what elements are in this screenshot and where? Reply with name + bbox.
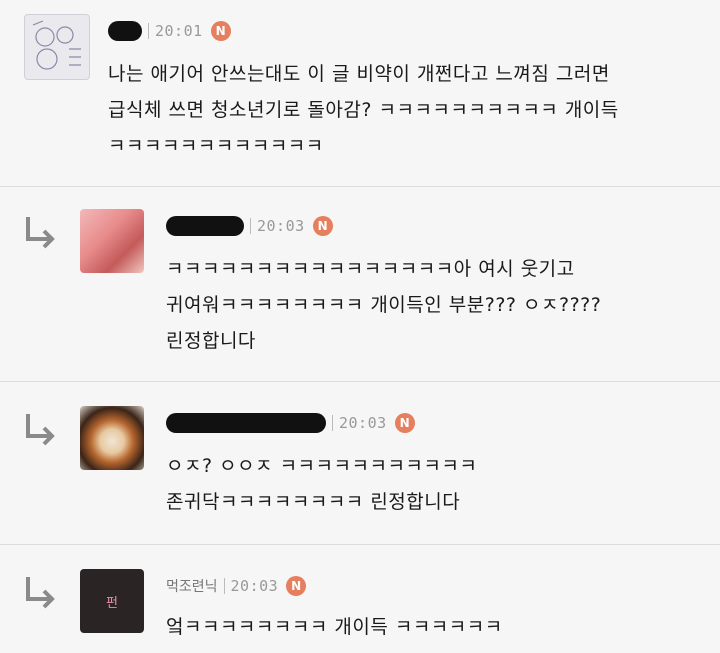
comment-line: 급식체 쓰면 청소년기로 돌아감? ㅋㅋㅋㅋㅋㅋㅋㅋㅋㅋ 개이득: [108, 99, 619, 121]
reply-arrow-icon: [26, 577, 55, 609]
comment-meta: 20:01 N: [108, 18, 231, 44]
comment-text: ㅋㅋㅋㅋㅋㅋㅋㅋㅋㅋㅋㅋㅋㅋㅋㅋ아 여시 웃기고 귀여워ㅋㅋㅋㅋㅋㅋㅋㅋ 개이득…: [166, 251, 601, 359]
new-badge-icon: N: [312, 216, 333, 236]
comment-text: ㅇㅈ? ㅇㅇㅈ ㅋㅋㅋㅋㅋㅋㅋㅋㅋㅋㅋ 존귀닥ㅋㅋㅋㅋㅋㅋㅋㅋ 린정합니다: [166, 448, 477, 520]
avatar[interactable]: [24, 14, 90, 80]
comment-line: 린정합니다: [166, 330, 256, 352]
avatar[interactable]: [80, 209, 144, 273]
comment-line: ㅋㅋㅋㅋㅋㅋㅋㅋㅋㅋㅋㅋㅋㅋㅋㅋ아 여시 웃기고: [166, 258, 575, 280]
timestamp: 20:01: [155, 22, 203, 40]
author-name-redacted: [166, 413, 326, 433]
comment-line: 존귀닥ㅋㅋㅋㅋㅋㅋㅋㅋ 린정합니다: [166, 491, 461, 513]
comment-meta: 20:03 N: [166, 410, 415, 436]
author-name-redacted: [108, 21, 142, 41]
comment-line: 엌ㅋㅋㅋㅋㅋㅋㅋㅋ 개이득 ㅋㅋㅋㅋㅋㅋ: [166, 616, 503, 638]
comment-line: ㅇㅈ? ㅇㅇㅈ ㅋㅋㅋㅋㅋㅋㅋㅋㅋㅋㅋ: [166, 455, 478, 477]
avatar[interactable]: 펀: [80, 569, 144, 633]
reply-comment: 20:03 N ㅇㅈ? ㅇㅇㅈ ㅋㅋㅋㅋㅋㅋㅋㅋㅋㅋㅋ 존귀닥ㅋㅋㅋㅋㅋㅋㅋㅋ …: [0, 382, 720, 545]
comment-line: ㅋㅋㅋㅋㅋㅋㅋㅋㅋㅋㅋㅋ: [108, 135, 324, 157]
reply-comment: 펀 먹조련닉 20:03 N 엌ㅋㅋㅋㅋㅋㅋㅋㅋ 개이득 ㅋㅋㅋㅋㅋㅋ: [0, 545, 720, 653]
comment-meta: 먹조련닉 20:03 N: [166, 573, 307, 599]
timestamp: 20:03: [257, 217, 305, 235]
comment-text: 나는 애기어 안쓰는대도 이 글 비약이 개쩐다고 느껴짐 그러면 급식체 쓰면…: [108, 56, 619, 164]
new-badge-icon: N: [286, 576, 307, 596]
new-badge-icon: N: [394, 413, 415, 433]
author-name-redacted: [166, 216, 244, 236]
reply-arrow-icon: [26, 217, 55, 249]
new-badge-icon: N: [210, 21, 231, 41]
avatar-doodle-image: [32, 20, 81, 70]
avatar[interactable]: [80, 406, 144, 470]
comment-line: 나는 애기어 안쓰는대도 이 글 비약이 개쩐다고 느껴짐 그러면: [108, 63, 610, 85]
reply-arrow-icon: [26, 414, 55, 446]
timestamp: 20:03: [230, 577, 279, 595]
reply-comment: 20:03 N ㅋㅋㅋㅋㅋㅋㅋㅋㅋㅋㅋㅋㅋㅋㅋㅋ아 여시 웃기고 귀여워ㅋㅋㅋㅋ…: [0, 187, 720, 382]
avatar-label: 펀: [106, 595, 118, 611]
author-name[interactable]: 먹조련닉: [166, 576, 218, 596]
timestamp: 20:03: [339, 414, 387, 432]
comment: 20:01 N 나는 애기어 안쓰는대도 이 글 비약이 개쩐다고 느껴짐 그러…: [0, 0, 720, 187]
comment-text: 엌ㅋㅋㅋㅋㅋㅋㅋㅋ 개이득 ㅋㅋㅋㅋㅋㅋ: [166, 609, 503, 645]
comment-line: 귀여워ㅋㅋㅋㅋㅋㅋㅋㅋ 개이득인 부분??? ㅇㅈ????: [166, 294, 602, 316]
comment-meta: 20:03 N: [166, 213, 333, 239]
